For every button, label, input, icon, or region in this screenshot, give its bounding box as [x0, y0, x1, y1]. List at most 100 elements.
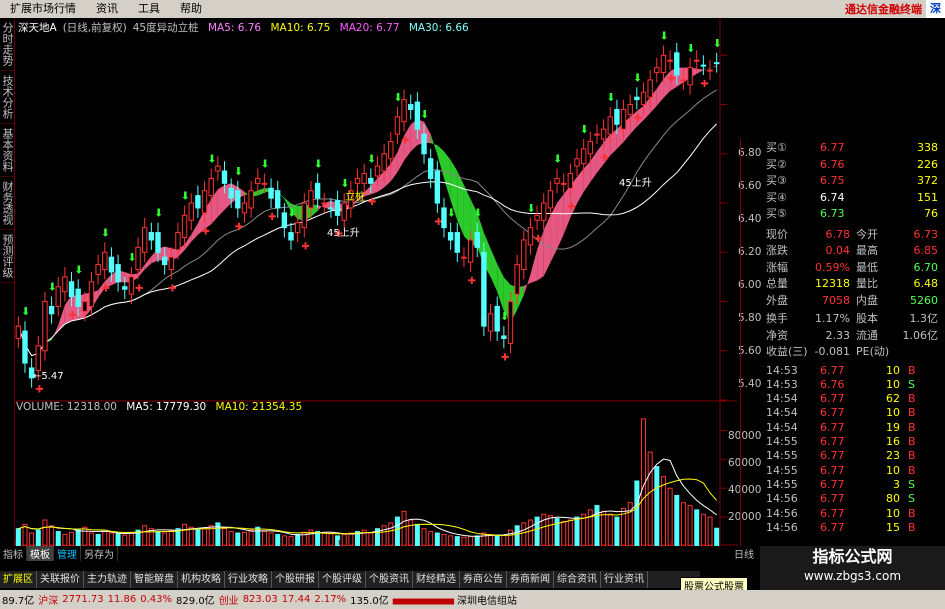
tick-row[interactable]: 14:55 6.77 23 B [760, 448, 945, 462]
order-book-row[interactable]: 买① 6.77 338 [760, 140, 945, 155]
left-tab-fundamentals[interactable]: 基本资料 [0, 124, 14, 177]
signal-marker-icon: ✚ [235, 222, 243, 233]
menubar: 扩展市场行情 资讯 工具 帮助 通达信金融终端 深 [0, 0, 945, 18]
ma-ribbon-segment [191, 223, 198, 242]
order-book-row[interactable]: 买⑤ 6.73 76 [760, 206, 945, 221]
buy-arrow-icon: ⬇ [287, 207, 296, 220]
ad-banner[interactable]: 通达信金融终端 [845, 1, 926, 17]
period-label[interactable]: 日线 [734, 546, 754, 561]
menu-item-news[interactable]: 资讯 [86, 0, 128, 18]
candle-body [328, 207, 334, 210]
candle-body [507, 301, 514, 344]
tick-volume: 10 [886, 363, 900, 377]
left-tab-technical[interactable]: 技术分析 [0, 71, 14, 124]
candle-body [454, 232, 460, 253]
nav-item[interactable]: 行业资讯 [601, 571, 648, 588]
buy-arrow-icon: ⬇ [101, 226, 110, 239]
candle-body [261, 182, 268, 185]
status-server[interactable]: 深圳电信组站 [455, 592, 519, 607]
order-book-row[interactable]: 买② 6.76 226 [760, 157, 945, 172]
volume-bar [474, 535, 480, 546]
volume-bar [222, 528, 228, 546]
tick-row[interactable]: 14:55 6.77 16 B [760, 434, 945, 448]
candle-body [42, 301, 48, 352]
menu-item-help[interactable]: 帮助 [170, 0, 212, 18]
nav-item[interactable]: 个股研报 [272, 571, 319, 588]
nav-item[interactable]: 机构攻略 [178, 571, 225, 588]
volume-bar [687, 505, 693, 546]
volume-bar [401, 510, 407, 546]
left-tab-financials[interactable]: 财务透视 [0, 177, 14, 230]
candle-body [321, 202, 327, 205]
stat-row[interactable]: 涨跌 0.04 最高 6.85 [760, 243, 945, 258]
tick-row[interactable]: 14:53 6.77 10 B [760, 363, 945, 377]
left-tab-intraday[interactable]: 分时走势 [0, 18, 14, 71]
nav-item[interactable]: 综合资讯 [554, 571, 601, 588]
volume-bar [601, 510, 607, 546]
stat-label: 最高 [856, 244, 878, 257]
volume-bar [315, 531, 321, 546]
status-gem-name[interactable]: 创业 [217, 592, 241, 607]
tick-row[interactable]: 14:55 6.77 10 B [760, 463, 945, 477]
candle-body [181, 214, 188, 239]
stat-row[interactable]: 涨幅 0.59% 最低 6.70 [760, 260, 945, 275]
candle-body [188, 202, 194, 221]
signal-marker-icon: ✚ [401, 136, 409, 147]
nav-item[interactable]: 智能解盘 [131, 571, 178, 588]
kline-svg[interactable]: ⬇ ✚ ⬇ ✚ ⬇ ⬇ ✚ ⬇ ✚ ⬇ ✚ ⬇ ✚ ⬇ ⬇ ✚ ⬇ ✚ ⬇ ✚ ⬇ ✚ ⬇ ⬇ ✚ ⬇ ✚ ⬇ ✚ ⬇ ✚ ⬇ ⬇ ✚ ⬇ ✚ ⬇ ✚ ⬇ ✚… [15, 18, 737, 546]
menu-item-extended-market[interactable]: 扩展市场行情 [0, 0, 86, 18]
tick-row[interactable]: 14:54 6.77 10 B [760, 405, 945, 419]
candle-body [255, 177, 261, 184]
stat-row[interactable]: 总量 12318 量比 6.48 [760, 276, 945, 291]
candle-body [614, 108, 620, 125]
nav-item[interactable]: 关联报价 [37, 571, 84, 588]
volume-bar [607, 513, 613, 546]
kline-chart[interactable]: ⬇ ✚ ⬇ ✚ ⬇ ⬇ ✚ ⬇ ✚ ⬇ ✚ ⬇ ✚ ⬇ ⬇ ✚ ⬇ ✚ ⬇ ✚ ⬇ ✚ ⬇ ⬇ ✚ ⬇ ✚ ⬇ ✚ ⬇ ✚ ⬇ ⬇ ✚ ⬇ ✚ ⬇ ✚ ⬇ ✚… [15, 18, 737, 546]
nav-item[interactable]: 个股评级 [319, 571, 366, 588]
fundamental-row[interactable]: 净资 2.33 流通 1.06亿 [760, 328, 945, 343]
volume-legend-ma5: MA5: 17779.30 [126, 401, 207, 413]
tick-row[interactable]: 14:54 6.77 19 B [760, 420, 945, 434]
nav-item[interactable]: 行业攻略 [225, 571, 272, 588]
tab-manage[interactable]: 管理 [54, 545, 81, 561]
signal-marker-icon: ✚ [468, 276, 476, 287]
menu-item-tools[interactable]: 工具 [128, 0, 170, 18]
nav-item[interactable]: 券商公告 [460, 571, 507, 588]
fundamental-row[interactable]: 换手 1.17% 股本 1.3亿 [760, 311, 945, 326]
low-price-label: ←5.47 [33, 371, 64, 382]
volume-bar [667, 487, 673, 546]
candle-body [620, 108, 627, 130]
ad-banner-2[interactable]: 深 [926, 0, 945, 18]
status-index-name[interactable]: 沪深 [36, 592, 60, 607]
tab-template[interactable]: 模板 [27, 545, 54, 561]
order-book-row[interactable]: 买④ 6.74 151 [760, 190, 945, 205]
tick-row[interactable]: 14:56 6.77 80 S [760, 491, 945, 505]
signal-marker-icon: ✚ [35, 384, 43, 395]
tab-save-as[interactable]: 另存为 [81, 545, 118, 561]
nav-item[interactable]: 券商新闻 [507, 571, 554, 588]
tick-row[interactable]: 14:56 6.77 10 B [760, 506, 945, 520]
nav-item[interactable]: 主力轨迹 [84, 571, 131, 588]
fundamental-row[interactable]: 收益(三) -0.081 PE(动) [760, 344, 945, 359]
volume-bar [441, 533, 447, 546]
tick-row[interactable]: 14:54 6.77 62 B [760, 391, 945, 405]
volume-bar [95, 533, 101, 546]
nav-item[interactable]: 个股资讯 [366, 571, 413, 588]
stat-row[interactable]: 外盘 7058 内盘 5260 [760, 293, 945, 308]
nav-item[interactable]: 财经精选 [413, 571, 460, 588]
tick-row[interactable]: 14:56 6.77 15 B [760, 520, 945, 534]
fund-label: 流通 [856, 328, 878, 342]
stat-row[interactable]: 现价 6.78 今开 6.73 [760, 227, 945, 242]
tick-row[interactable]: 14:53 6.76 10 S [760, 377, 945, 391]
candle-body [580, 148, 587, 165]
order-volume: 372 [917, 174, 938, 187]
left-tab-ratings[interactable]: 预测评级 [0, 230, 14, 283]
price-axis-tick: 5.40 [738, 378, 762, 390]
order-book-row[interactable]: 买③ 6.75 372 [760, 173, 945, 188]
nav-item[interactable]: 扩展区 [0, 571, 37, 588]
tick-row[interactable]: 14:55 6.77 3 S [760, 477, 945, 491]
tab-indicator[interactable]: 指标 [0, 545, 27, 561]
tick-price: 6.77 [820, 406, 845, 420]
tick-side: B [908, 363, 916, 377]
volume-bar [434, 532, 440, 546]
